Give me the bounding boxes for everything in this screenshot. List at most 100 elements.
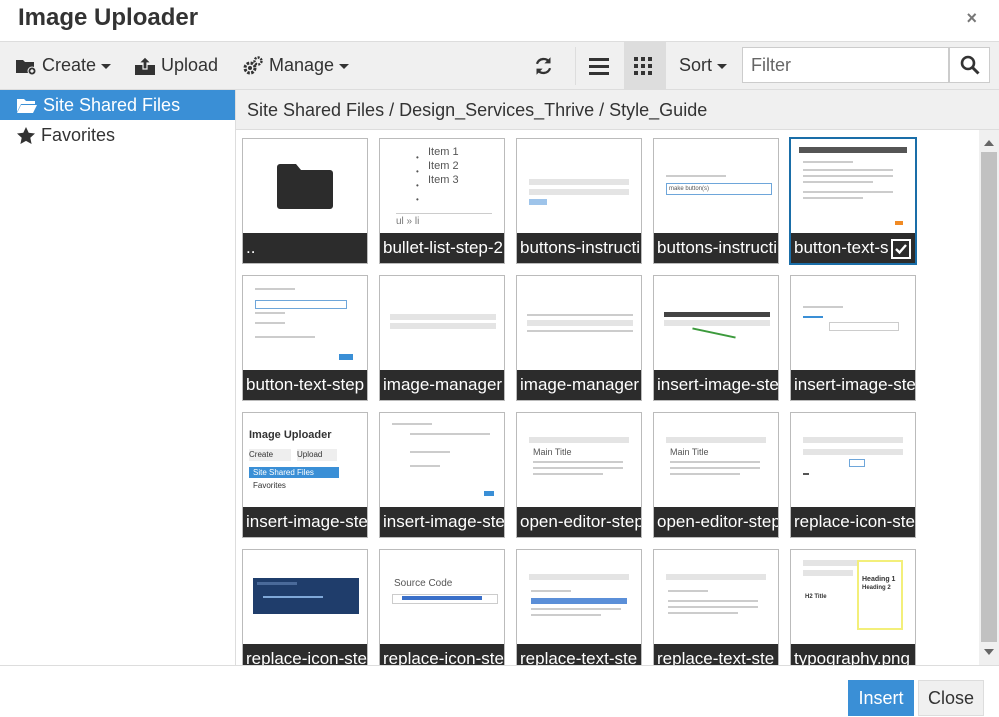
thumbnail-text: ul » li [396,213,492,227]
grid-view-button[interactable] [624,42,666,89]
scroll-down-icon[interactable] [984,649,994,655]
file-name: image-manager [517,370,641,400]
file-grid: .. Item 1 Item 2 Item 3 • • • • ul » li bul… [236,130,979,665]
thumbnail-text: H2 Title [805,594,827,600]
close-button[interactable]: Close [918,680,984,716]
sidebar-item-label: Favorites [41,124,116,145]
file-tile[interactable]: Source Code replace-icon-ste [379,549,505,665]
file-thumbnail: Source Code [388,554,498,640]
thumbnail-text: Item 3 [428,174,459,186]
file-name: replace-icon-ste [380,644,504,665]
file-tile[interactable]: insert-image-ste [379,412,505,538]
thumbnail-text: Source Code [394,578,453,589]
file-tile[interactable]: replace-icon-ste [242,549,368,665]
sort-menu-button[interactable]: Sort [679,42,728,89]
thumbnail-text: Site Shared Files [249,467,339,478]
thumbnail-text: make button(s) [666,183,772,195]
file-thumbnail [799,417,907,503]
refresh-icon [535,56,552,75]
dialog-titlebar: Image Uploader × [0,0,999,42]
file-thumbnail [525,554,633,640]
grid-view-icon [633,56,652,75]
gears-icon [243,55,263,74]
file-name: open-editor-step [654,507,778,537]
chevron-down-icon [339,64,350,69]
file-thumbnail [388,417,496,503]
manage-menu-button[interactable]: Manage [242,42,350,89]
file-tile[interactable]: replace-icon-ste [790,412,916,538]
file-name: bullet-list-step-2 [380,233,504,263]
file-thumbnail [799,147,907,233]
upload-icon [135,55,155,75]
scroll-up-icon[interactable] [984,140,994,146]
file-thumbnail [662,554,770,640]
file-name: insert-image-ste [791,370,915,400]
file-tile[interactable]: image-manager [516,275,642,401]
file-tile[interactable]: Item 1 Item 2 Item 3 • • • • ul » li bullet… [379,138,505,264]
close-icon[interactable]: × [966,8,977,29]
file-tile[interactable]: Image Uploader Create Upload Site Shared… [242,412,368,538]
insert-button[interactable]: Insert [848,680,914,716]
toolbar-divider [575,47,576,85]
file-tile[interactable]: Main Title open-editor-step [653,412,779,538]
file-thumbnail: Main Title [662,417,770,503]
file-tile[interactable]: button-text-step [242,275,368,401]
filter-input[interactable] [742,47,949,83]
list-view-icon [588,57,609,75]
file-name: buttons-instructi [517,233,641,263]
sidebar: Site Shared Files Favorites [0,90,236,665]
dialog-footer: Insert Close [0,665,999,717]
file-tile[interactable]: Heading 1 Heading 2 H2 Title typography.… [790,549,916,665]
file-thumbnail [662,280,770,366]
sidebar-item-site-shared-files[interactable]: Site Shared Files [0,90,235,120]
thumbnail-text: Heading 2 [862,585,891,591]
file-name: replace-icon-ste [243,644,367,665]
search-button[interactable] [949,47,990,83]
list-view-button[interactable] [583,42,619,89]
thumbnail-text: Main Title [670,447,709,457]
file-tile[interactable]: insert-image-ste [653,275,779,401]
file-thumbnail: Heading 1 Heading 2 H2 Title [799,554,907,640]
thumbnail-text: Image Uploader [249,429,332,441]
grid-scrollbar[interactable] [979,130,999,665]
refresh-button[interactable] [533,42,559,89]
file-tile[interactable]: insert-image-ste [790,275,916,401]
file-tile[interactable]: buttons-instructi [516,138,642,264]
file-thumbnail [251,554,359,640]
create-label: Create [42,55,97,75]
folder-open-icon [17,98,37,113]
file-thumbnail [525,143,633,229]
star-icon [17,126,35,144]
file-thumbnail [388,280,496,366]
thumbnail-text: Item 2 [428,160,459,172]
thumbnail-text: Favorites [253,481,286,490]
upload-button[interactable]: Upload [134,42,218,89]
file-name: open-editor-step [517,507,641,537]
file-thumbnail: Item 1 Item 2 Item 3 • • • • ul » li [388,143,496,229]
file-tile[interactable]: make button(s) buttons-instructi [653,138,779,264]
file-tile[interactable]: replace-text-ste [516,549,642,665]
checkmark-icon[interactable] [891,239,911,259]
thumbnail-text: Create [249,449,291,461]
folder-plus-icon [16,59,37,75]
file-name: replace-icon-ste [791,507,915,537]
file-tile-parent-folder[interactable]: .. [242,138,368,264]
create-menu-button[interactable]: Create [15,42,112,89]
thumbnail-text: Item 1 [428,146,459,158]
chevron-down-icon [101,64,112,69]
file-tile[interactable]: replace-text-ste [653,549,779,665]
file-thumbnail [525,280,633,366]
file-thumbnail: Main Title [525,417,633,503]
file-tile-selected[interactable]: button-text-s [789,137,917,265]
file-name: replace-text-ste [517,644,641,665]
file-tile[interactable]: Main Title open-editor-step [516,412,642,538]
thumbnail-text: Upload [297,449,337,461]
scrollbar-thumb[interactable] [981,152,997,642]
search-icon [960,55,980,75]
file-thumbnail: make button(s) [662,143,772,229]
breadcrumb: Site Shared Files / Design_Services_Thri… [236,90,999,130]
file-name: insert-image-ste [654,370,778,400]
file-tile[interactable]: image-manager [379,275,505,401]
dialog-title: Image Uploader [18,4,199,31]
sidebar-item-favorites[interactable]: Favorites [0,120,235,150]
